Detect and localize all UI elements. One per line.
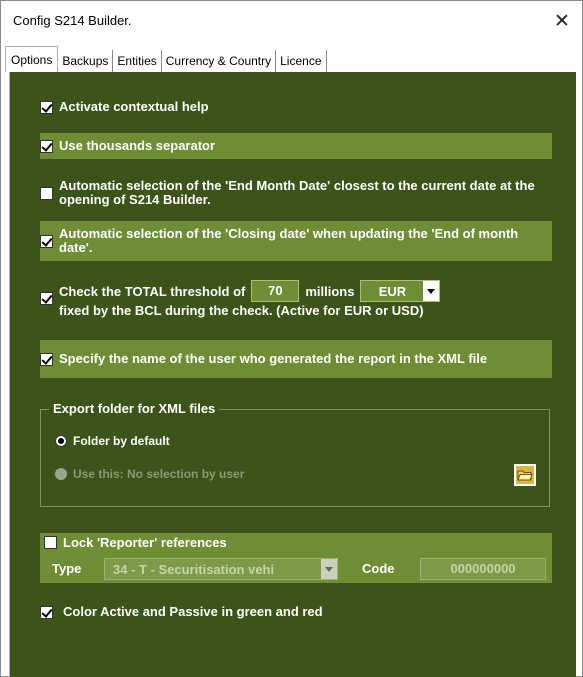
end-month-date-label: Automatic selection of the 'End Month Da… [59, 178, 535, 207]
threshold-label-1: Check the TOTAL threshold of [59, 283, 246, 299]
threshold-label-3: fixed by the BCL during the check. (Acti… [59, 303, 424, 318]
radio-folder-custom[interactable]: Use this: No selection by user [55, 467, 244, 481]
reporter-code-field[interactable]: 000000000 [420, 558, 546, 580]
tab-backups[interactable]: Backups [58, 50, 114, 72]
option-user-name[interactable]: Specify the name of the user who generat… [40, 340, 552, 378]
threshold-value-input[interactable]: 70 [251, 280, 300, 302]
config-window: Config S214 Builder. ✕ Options Backups E… [0, 0, 583, 677]
radio-custom-icon[interactable] [55, 468, 67, 480]
contextual-help-checkbox[interactable] [40, 100, 53, 114]
currency-value: EUR [378, 283, 407, 299]
type-label: Type [52, 561, 82, 576]
folder-default-label: Folder by default [73, 434, 170, 448]
title-bar: Config S214 Builder. ✕ [1, 1, 582, 41]
lock-reporter-label: Lock 'Reporter' references [63, 535, 227, 550]
threshold-text: Check the TOTAL threshold of 70 millions… [59, 278, 441, 318]
option-end-month-date[interactable]: Automatic selection of the 'End Month Da… [40, 176, 552, 210]
option-color-active-passive[interactable]: Color Active and Passive in green and re… [40, 602, 552, 622]
thousands-separator-label: Use thousands separator [59, 138, 216, 153]
option-contextual-help[interactable]: Activate contextual help [40, 98, 552, 116]
closing-date-checkbox[interactable] [40, 234, 53, 248]
option-thousands-separator[interactable]: Use thousands separator [40, 133, 552, 159]
chevron-down-icon[interactable] [423, 281, 440, 301]
tab-strip: Options Backups Entities Currency & Coun… [5, 46, 327, 72]
threshold-checkbox[interactable] [40, 291, 53, 305]
reporter-type-value: 34 - T - Securitisation vehi [113, 561, 275, 577]
color-active-passive-label: Color Active and Passive in green and re… [63, 604, 323, 619]
end-month-date-checkbox[interactable] [40, 186, 53, 200]
closing-date-label: Automatic selection of the 'Closing date… [59, 226, 519, 255]
options-panel: Activate contextual help Use thousands s… [9, 72, 576, 677]
reporter-type-select[interactable]: 34 - T - Securitisation vehi [104, 558, 338, 580]
export-folder-title: Export folder for XML files [49, 401, 220, 416]
folder-open-icon [517, 470, 533, 481]
chevron-down-icon[interactable] [321, 559, 337, 579]
radio-folder-default[interactable]: Folder by default [55, 434, 170, 448]
window-title: Config S214 Builder. [13, 13, 132, 28]
tab-entities[interactable]: Entities [113, 50, 162, 72]
threshold-label-2: millions [305, 283, 355, 299]
user-name-label: Specify the name of the user who generat… [59, 351, 488, 366]
option-closing-date[interactable]: Automatic selection of the 'Closing date… [40, 221, 552, 261]
tab-licence[interactable]: Licence [276, 50, 327, 72]
user-name-checkbox[interactable] [40, 352, 53, 366]
close-icon[interactable]: ✕ [548, 7, 576, 35]
contextual-help-label: Activate contextual help [59, 99, 209, 114]
lock-reporter-option[interactable]: Lock 'Reporter' references [44, 535, 227, 550]
tab-currency-country[interactable]: Currency & Country [161, 50, 277, 72]
color-active-passive-checkbox[interactable] [40, 605, 53, 619]
option-threshold[interactable]: Check the TOTAL threshold of 70 millions… [40, 275, 552, 321]
reporter-lock-section: Lock 'Reporter' references Type 34 - T -… [40, 533, 552, 583]
code-label: Code [362, 561, 395, 576]
folder-custom-label: Use this: No selection by user [73, 467, 245, 481]
lock-reporter-checkbox[interactable] [44, 536, 57, 549]
tab-options[interactable]: Options [5, 46, 59, 72]
thousands-separator-checkbox[interactable] [40, 139, 53, 153]
browse-folder-button[interactable] [514, 464, 536, 486]
radio-default-icon[interactable] [55, 435, 67, 447]
currency-select[interactable]: EUR [360, 280, 441, 302]
export-folder-group: Export folder for XML files Folder by de… [40, 401, 550, 507]
